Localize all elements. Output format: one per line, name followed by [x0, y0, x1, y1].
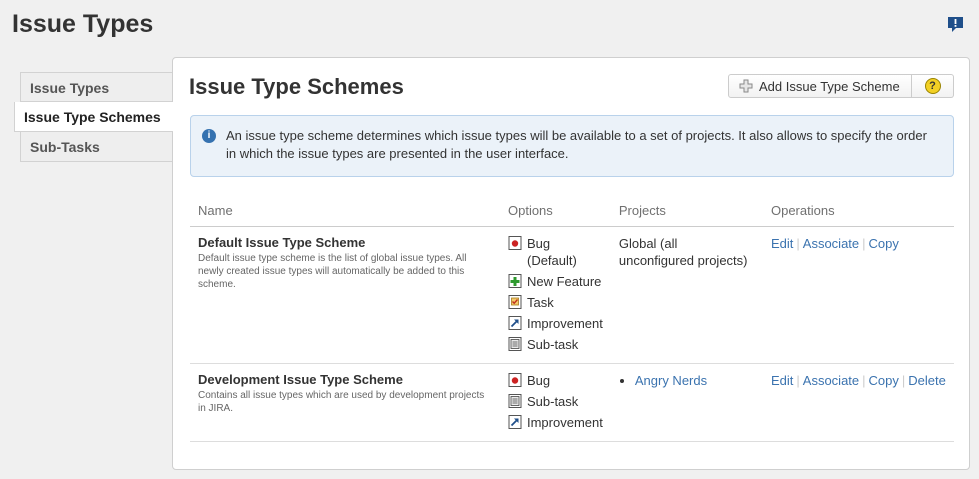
scheme-options-cell: Bug Sub-task Improvement — [499, 363, 611, 442]
header-actions: Add Issue Type Scheme ? — [728, 74, 954, 98]
new-feature-icon — [508, 273, 522, 288]
associate-link[interactable]: Associate — [803, 373, 859, 388]
bug-icon — [508, 235, 522, 250]
task-icon — [508, 294, 522, 309]
scheme-description: Contains all issue types which are used … — [198, 389, 485, 414]
scheme-operations-cell: Edit | Associate | Copy | Delete — [762, 363, 954, 442]
help-button[interactable]: ? — [912, 74, 954, 98]
option-item: Improvement — [508, 414, 603, 431]
option-label: Bug — [526, 235, 551, 251]
schemes-table: Name Options Projects Operations Default… — [190, 198, 954, 442]
table-header-row: Name Options Projects Operations — [190, 198, 954, 227]
copy-link[interactable]: Copy — [869, 373, 899, 388]
info-text: An issue type scheme determines which is… — [226, 128, 927, 161]
scheme-name-cell: Default Issue Type Scheme Default issue … — [190, 226, 500, 364]
option-label: New Feature — [526, 273, 602, 289]
improvement-icon — [508, 414, 522, 429]
option-default-label: (Default) — [526, 252, 577, 268]
option-label: Improvement — [526, 315, 603, 331]
project-link[interactable]: Angry Nerds — [635, 373, 707, 388]
option-item: Bug (Default) — [508, 235, 603, 269]
add-issue-type-scheme-label: Add Issue Type Scheme — [759, 78, 900, 94]
sidebar-item-issue-types[interactable]: Issue Types — [20, 72, 173, 102]
bug-icon — [508, 372, 522, 387]
info-message: i An issue type scheme determines which … — [190, 115, 954, 177]
option-item: Sub-task — [508, 393, 603, 410]
subtask-icon — [508, 336, 522, 351]
option-label: Bug — [526, 372, 551, 388]
sidebar-item-sub-tasks[interactable]: Sub-Tasks — [20, 132, 173, 162]
scheme-name: Default Issue Type Scheme — [198, 234, 366, 250]
scheme-options-cell: Bug (Default) New Feature Task Improveme… — [499, 226, 611, 364]
option-label: Sub-task — [526, 393, 579, 409]
scheme-description: Default issue type scheme is the list of… — [198, 252, 467, 290]
page-title: Issue Types — [12, 10, 154, 38]
option-item: Task — [508, 294, 603, 311]
column-header-options: Options — [499, 198, 611, 227]
scheme-operations-cell: Edit | Associate | Copy — [762, 226, 954, 364]
option-label: Sub-task — [526, 336, 579, 352]
column-header-operations: Operations — [762, 198, 954, 227]
column-header-projects: Projects — [610, 198, 763, 227]
column-header-name: Name — [190, 198, 500, 227]
scheme-name-cell: Development Issue Type Scheme Contains a… — [190, 363, 500, 442]
table-row: Development Issue Type Scheme Contains a… — [190, 363, 954, 442]
option-label: Task — [526, 294, 554, 310]
associate-link[interactable]: Associate — [803, 236, 859, 251]
feedback-icon[interactable] — [947, 16, 964, 33]
projects-text: Global (all unconfigured projects) — [618, 235, 748, 268]
option-item: Bug — [508, 372, 603, 389]
scheme-projects-cell: Angry Nerds — [610, 363, 763, 442]
help-icon: ? — [924, 78, 941, 94]
add-issue-type-scheme-button[interactable]: Add Issue Type Scheme — [728, 74, 912, 98]
scheme-projects-cell: Global (all unconfigured projects) — [610, 226, 763, 364]
panel-title: Issue Type Schemes — [189, 74, 404, 99]
plus-icon — [739, 79, 753, 93]
info-icon: i — [202, 129, 216, 143]
option-item: Improvement — [508, 315, 603, 332]
edit-link[interactable]: Edit — [771, 373, 793, 388]
edit-link[interactable]: Edit — [771, 236, 793, 251]
main-panel: Issue Type Schemes Add Issue Type Scheme… — [172, 57, 970, 470]
sidebar-item-issue-type-schemes[interactable]: Issue Type Schemes — [14, 102, 173, 132]
subtask-icon — [508, 393, 522, 408]
scheme-name: Development Issue Type Scheme — [198, 371, 403, 387]
copy-link[interactable]: Copy — [869, 236, 899, 251]
option-item: New Feature — [508, 273, 603, 290]
option-item: Sub-task — [508, 336, 603, 353]
table-row: Default Issue Type Scheme Default issue … — [190, 226, 954, 364]
sidebar-nav: Issue Types Issue Type Schemes Sub-Tasks — [14, 72, 173, 162]
option-label: Improvement — [526, 414, 603, 430]
delete-link[interactable]: Delete — [908, 373, 946, 388]
improvement-icon — [508, 315, 522, 330]
